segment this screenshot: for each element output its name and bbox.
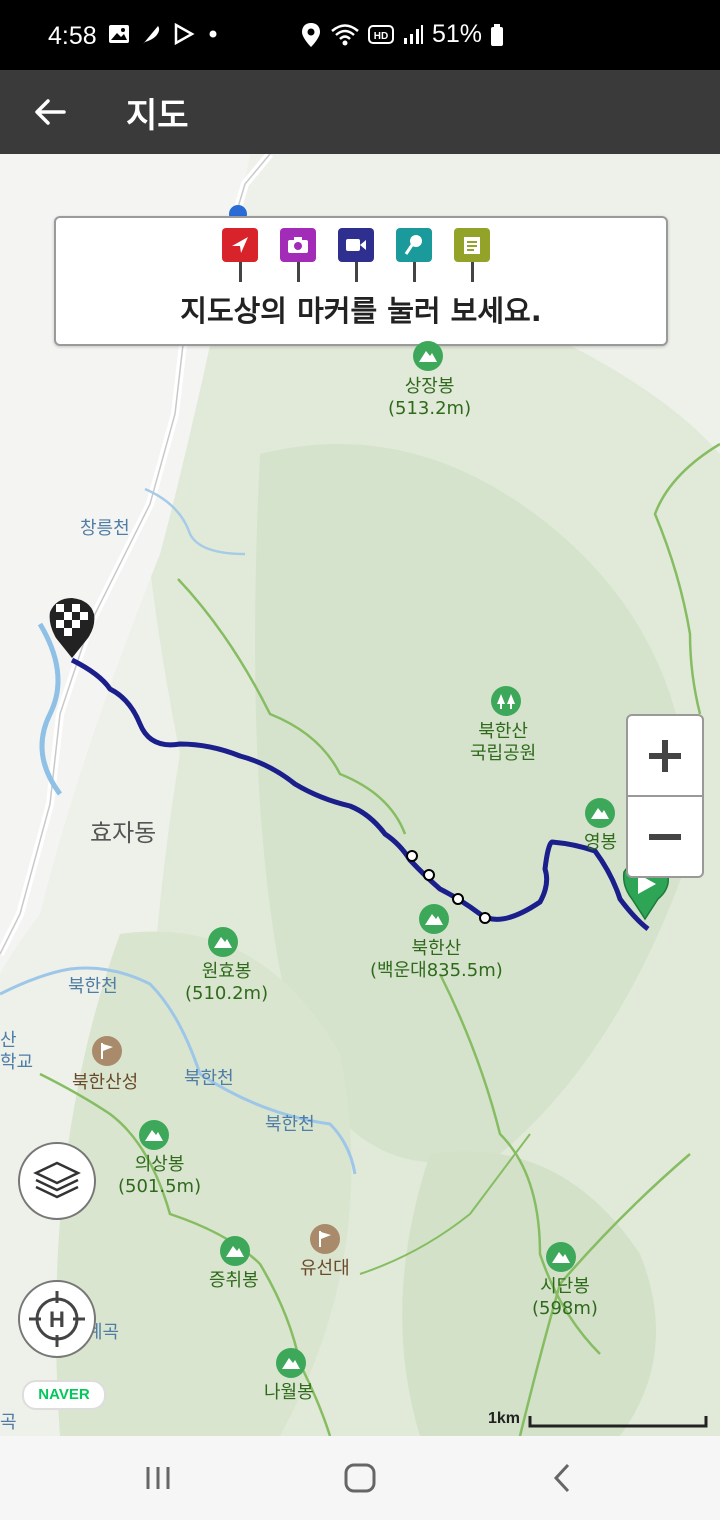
peak-label: 의상봉 (501.5m) [118, 1154, 202, 1197]
district-label: 효자동 [90, 819, 157, 847]
video-marker-icon [338, 228, 374, 284]
svg-text:H: H [49, 1307, 65, 1332]
scale-label: 1km [488, 1410, 521, 1427]
mountain-icon [413, 341, 443, 371]
home-button[interactable] [340, 1460, 380, 1496]
status-time: 4:58 [48, 22, 97, 50]
peak-label: 증취봉 [209, 1270, 259, 1291]
landmark-flag-icon [310, 1224, 340, 1254]
edge-label: 학교 [0, 1052, 34, 1073]
zoom-out-button[interactable] [628, 795, 702, 876]
zoom-controls [626, 714, 704, 878]
fortress-label: 북한산성 [72, 1072, 139, 1093]
hint-message: 지도상의 마커를 눌러 보세요. [180, 294, 542, 328]
feather-icon [143, 26, 160, 44]
battery-icon [491, 23, 504, 46]
park-label: 북한산 국립공원 [470, 721, 537, 764]
peak-label: 원효봉 (510.2m) [185, 961, 269, 1004]
back-chevron-icon [553, 1463, 570, 1493]
minus-icon [649, 833, 681, 840]
play-store-icon [174, 22, 195, 46]
mountain-icon [276, 1348, 306, 1378]
map-base [0, 154, 720, 1436]
photo-marker-icon [280, 228, 316, 284]
fortress-flag-icon [92, 1036, 122, 1066]
app-bar: 지도 [0, 70, 720, 154]
dot-icon [209, 30, 217, 38]
landmark-label: 유선대 [300, 1258, 350, 1279]
stream-label: 북한천 [184, 1068, 234, 1089]
mountain-icon [139, 1120, 169, 1150]
page-title: 지도 [126, 96, 189, 136]
status-bar: 4:58 HD 51% [0, 0, 720, 70]
peak-label: 나월봉 [264, 1382, 314, 1403]
peak-label: 시단봉 (598m) [532, 1276, 598, 1319]
system-icons: HD 51% [300, 20, 504, 49]
stream-label: 북한천 [68, 976, 118, 997]
park-tree-icon [491, 686, 521, 716]
recents-icon [146, 1467, 170, 1489]
map-view[interactable]: 지도상의 마커를 눌러 보세요. 상장봉 (513.2m) 창릉천 북한산 국립공원… [0, 154, 720, 1436]
memo-marker-icon [454, 228, 490, 284]
marker-hint-banner: 지도상의 마커를 눌러 보세요. [54, 216, 668, 346]
wifi-icon [331, 23, 359, 45]
mountain-icon [546, 1242, 576, 1272]
zoom-in-button[interactable] [628, 716, 702, 795]
mountain-icon [585, 798, 615, 828]
stream-label: 북한천 [265, 1114, 315, 1135]
mountain-icon [208, 927, 238, 957]
map-scale: 1km [488, 1410, 520, 1428]
hd-icon: HD [368, 24, 394, 44]
svg-text:HD: HD [374, 31, 388, 42]
layers-button[interactable] [18, 1142, 96, 1220]
nav-back-button[interactable] [542, 1460, 582, 1496]
signal-icon [404, 24, 423, 44]
stream-label: 창릉천 [80, 518, 130, 539]
system-nav-bar [0, 1436, 720, 1520]
peak-label: 영봉 [584, 832, 618, 853]
plus-icon [649, 739, 681, 772]
peak-label: 상장봉 (513.2m) [388, 376, 472, 419]
my-location-button[interactable]: H [18, 1280, 96, 1358]
recent-apps-button[interactable] [138, 1460, 178, 1496]
edge-label: 곡 [0, 1412, 17, 1433]
direction-marker-icon [222, 228, 258, 284]
back-arrow-icon[interactable] [28, 90, 72, 134]
location-icon [302, 22, 320, 47]
mountain-icon [419, 904, 449, 934]
battery-percent: 51% [432, 20, 483, 48]
layers-icon [33, 1161, 81, 1199]
gallery-icon [109, 25, 129, 43]
peak-label: 북한산 (백운대835.5m) [370, 938, 503, 981]
home-icon [344, 1463, 376, 1493]
notification-icons [108, 22, 220, 46]
crosshair-icon: H [29, 1291, 85, 1347]
voice-marker-icon [396, 228, 432, 284]
naver-logo: NAVER [22, 1380, 106, 1410]
mountain-icon [220, 1236, 250, 1266]
edge-label: 산 [0, 1030, 17, 1051]
scale-bar [528, 1416, 708, 1428]
